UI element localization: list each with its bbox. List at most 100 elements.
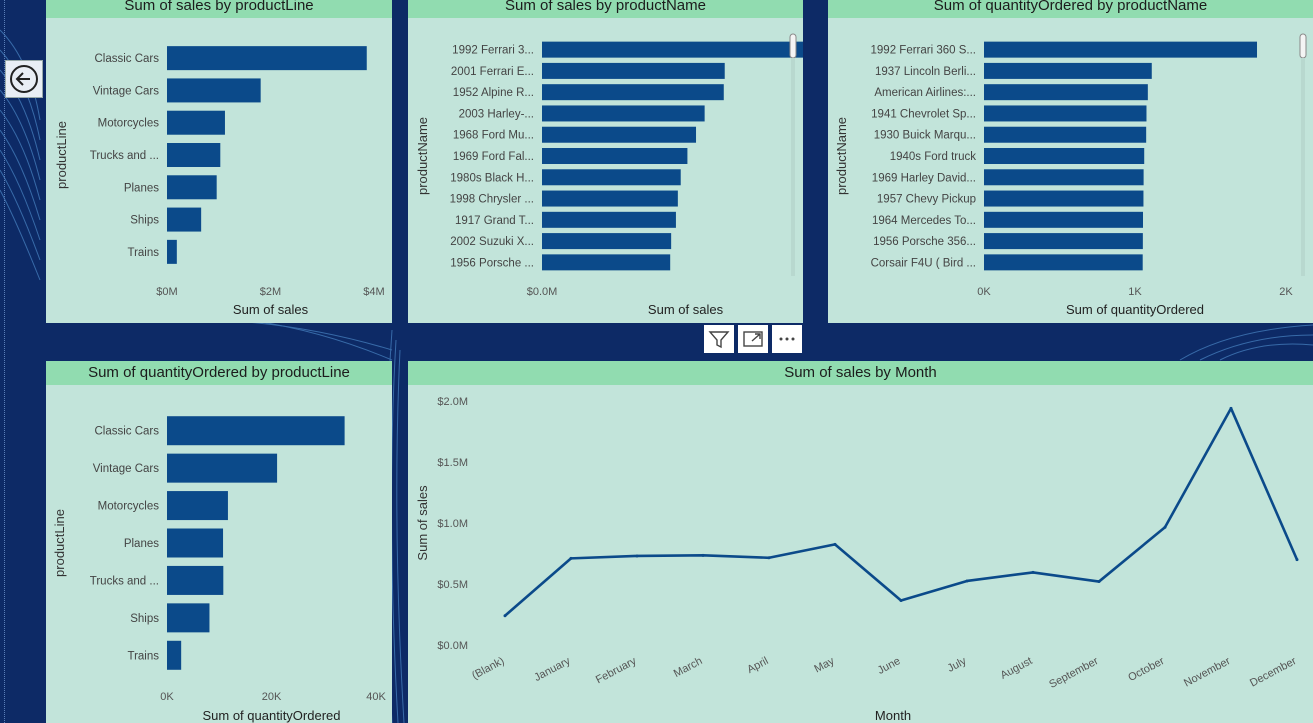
bar xyxy=(167,143,221,167)
bar xyxy=(167,603,210,633)
bar xyxy=(542,190,678,207)
category-label: 1940s Ford truck xyxy=(890,151,977,163)
back-arrow-icon xyxy=(10,65,38,93)
category-label: 1992 Ferrari 360 S... xyxy=(871,45,976,57)
data-point xyxy=(1097,580,1101,584)
bar xyxy=(542,233,672,250)
bar xyxy=(167,640,182,670)
category-label: 1964 Mercedes To... xyxy=(872,215,976,227)
category-label: Trucks and ... xyxy=(90,575,159,587)
category-label: Vintage Cars xyxy=(93,85,160,97)
category-label: 2001 Ferrari E... xyxy=(451,66,534,78)
category-label: Planes xyxy=(124,538,159,550)
y-tick-label: $0.0M xyxy=(437,640,468,652)
bar xyxy=(167,528,224,558)
chart-qty-by-productname[interactable]: Sum of quantityOrdered by productName 19… xyxy=(828,0,1313,323)
chart-sales-by-month[interactable]: Sum of sales by Month $2.0M $1.5M $1.0M $0.… xyxy=(408,361,1313,723)
bar xyxy=(167,175,217,200)
bar xyxy=(542,169,681,186)
bar xyxy=(984,105,1147,122)
x-tick-label: 0K xyxy=(977,286,991,298)
bar xyxy=(542,126,697,143)
scrollbar-thumb xyxy=(789,33,797,59)
y-axis-label: productLine xyxy=(52,509,67,577)
bar xyxy=(542,41,803,58)
category-label: 1957 Chevy Pickup xyxy=(877,194,976,206)
category-label: 1969 Harley David... xyxy=(872,172,976,184)
bar xyxy=(167,239,177,264)
category-label: Ships xyxy=(130,613,159,625)
data-point xyxy=(569,556,573,560)
chart-sales-by-productname[interactable]: Sum of sales by productName 1992 Ferrari… xyxy=(408,0,803,323)
category-label: 1941 Chevrolet Sp... xyxy=(871,108,976,120)
bar xyxy=(542,254,671,271)
y-tick-label: $0.5M xyxy=(437,579,468,591)
category-label: Ships xyxy=(130,215,159,227)
x-tick-label: May xyxy=(812,655,836,676)
category-label: American Airlines:... xyxy=(874,87,976,99)
more-options-button[interactable] xyxy=(772,325,802,353)
category-label: Vintage Cars xyxy=(93,463,160,475)
category-label: Motorcycles xyxy=(98,501,160,513)
bar xyxy=(167,110,225,135)
bar xyxy=(542,105,705,122)
page-edge-guide xyxy=(4,0,5,723)
data-point xyxy=(965,579,969,583)
scrollbar-thumb xyxy=(1299,33,1307,59)
filter-button[interactable] xyxy=(704,325,734,353)
x-tick-label: January xyxy=(532,655,573,684)
bar xyxy=(984,148,1145,164)
x-tick-label: $2M xyxy=(260,286,281,298)
x-tick-label: (Blank) xyxy=(470,655,506,682)
bar xyxy=(167,453,278,483)
data-point xyxy=(635,554,639,558)
x-tick-label: 40K xyxy=(366,691,386,703)
x-tick-label: February xyxy=(594,655,639,686)
x-tick-label: 1K xyxy=(1128,286,1142,298)
chart-qty-by-productline[interactable]: Sum of quantityOrdered by productLine Cl… xyxy=(46,361,392,723)
data-point xyxy=(833,542,837,546)
bar xyxy=(167,491,228,521)
bar xyxy=(984,41,1258,58)
category-label: 1969 Ford Fal... xyxy=(453,151,534,163)
bar xyxy=(542,211,676,228)
focus-mode-button[interactable] xyxy=(738,325,768,353)
data-point xyxy=(1163,525,1167,529)
x-tick-label: November xyxy=(1182,655,1233,690)
category-label: Classic Cars xyxy=(94,426,159,438)
x-tick-label: March xyxy=(672,655,705,680)
bar xyxy=(542,62,725,79)
chart-canvas: $2.0M $1.5M $1.0M $0.5M $0.0M(Blank) January F… xyxy=(415,396,1299,723)
category-label: 1930 Buick Marqu... xyxy=(874,130,976,142)
category-label: 2002 Suzuki X... xyxy=(450,236,534,248)
x-tick-label: September xyxy=(1047,655,1100,691)
y-tick-label: $2.0M xyxy=(437,396,468,408)
bar xyxy=(167,416,345,446)
x-tick-label: August xyxy=(999,655,1035,682)
filter-icon xyxy=(708,331,730,349)
x-tick-label: $0M xyxy=(156,286,177,298)
y-axis-label: productName xyxy=(415,117,430,195)
category-label: 1956 Porsche ... xyxy=(450,257,534,269)
x-tick-label: December xyxy=(1248,655,1299,690)
x-axis-label: Sum of sales xyxy=(233,302,309,317)
data-point xyxy=(767,556,771,560)
back-button[interactable] xyxy=(5,60,43,98)
category-label: 1992 Ferrari 3... xyxy=(452,45,534,57)
bar xyxy=(167,207,202,232)
x-tick-label: October xyxy=(1126,655,1166,684)
chart-sales-by-productline[interactable]: Sum of sales by productLine Classic Cars… xyxy=(46,0,392,323)
bar xyxy=(984,233,1143,250)
x-axis-label: Sum of quantityOrdered xyxy=(202,708,340,723)
y-tick-label: $1.5M xyxy=(437,457,468,469)
category-label: Corsair F4U ( Bird ... xyxy=(871,257,976,269)
chart-canvas: Classic Cars Vintage Cars Motorcycles Plane… xyxy=(52,416,386,723)
focus-mode-icon xyxy=(743,331,763,347)
x-tick-label: $0.0M xyxy=(527,286,558,298)
chart-canvas: Classic Cars Vintage Cars Motorcycles Truck… xyxy=(54,46,385,317)
category-label: 1998 Chrysler ... xyxy=(450,194,534,206)
bar xyxy=(167,78,261,103)
category-label: Planes xyxy=(124,182,159,194)
chart-canvas: 1992 Ferrari 3... 2001 Ferrari E... 1952 A… xyxy=(415,33,803,317)
category-label: Classic Cars xyxy=(94,53,159,65)
